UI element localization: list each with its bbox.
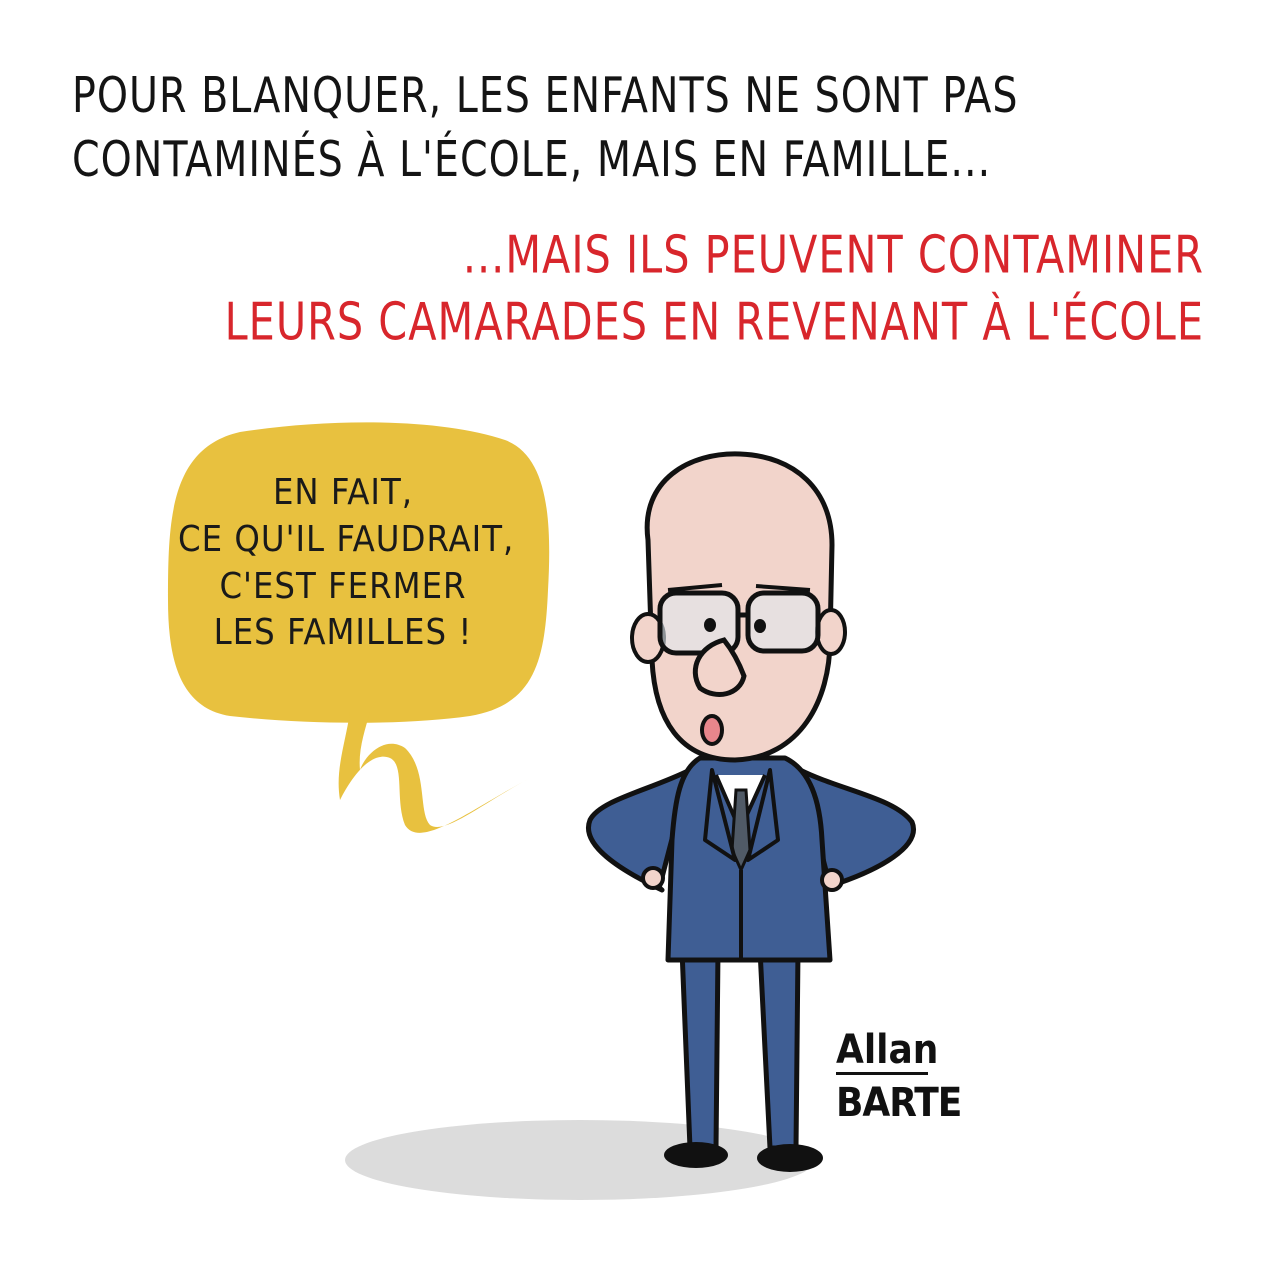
speech-bubble-tail: [338, 712, 530, 833]
bubble-line-1: En fait,: [272, 472, 414, 513]
right-ear: [815, 608, 847, 656]
bubble-line-2: ce qu'il faudrait,: [178, 518, 515, 560]
head: [630, 451, 847, 763]
left-shoe: [664, 1142, 728, 1168]
bubble-line-3: c'est fermer: [219, 565, 467, 607]
mouth: [700, 714, 724, 746]
bubble-line-4: les familles !: [213, 612, 473, 654]
speech-bubble-text: En fait, ce qu'il faudrait, c'est fermer…: [178, 470, 515, 657]
right-shoe: [757, 1144, 823, 1172]
signature-last-name: BARTE: [836, 1080, 962, 1126]
floor-shadow: [345, 1120, 815, 1200]
jacket: [585, 755, 916, 963]
signature-first-name: Allan: [836, 1027, 939, 1075]
artist-signature: Allan BARTE: [836, 1027, 962, 1126]
